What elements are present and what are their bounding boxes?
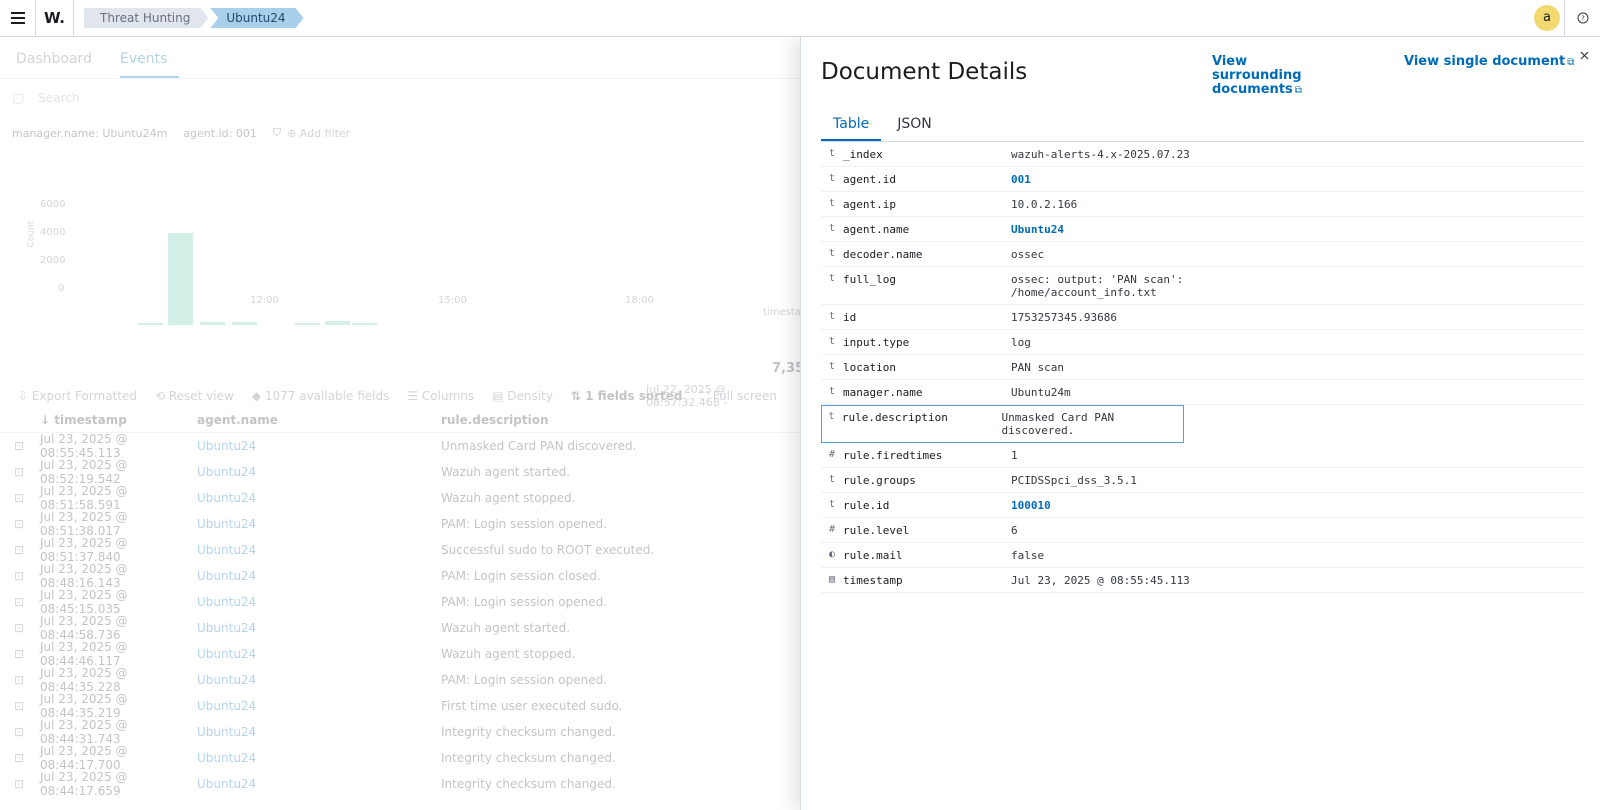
- string-type-icon: t: [828, 248, 836, 259]
- field-row[interactable]: # rule.firedtimes 1: [821, 443, 1584, 468]
- view-single-link[interactable]: View single document ⧉: [1404, 55, 1574, 70]
- string-type-icon: t: [828, 173, 836, 184]
- boolean-type-icon: ◐: [828, 549, 836, 560]
- field-value: Jul 23, 2025 @ 08:55:45.113: [1011, 574, 1190, 587]
- number-type-icon: #: [828, 524, 836, 535]
- help-icon: ?: [1577, 12, 1588, 24]
- field-value[interactable]: Ubuntu24: [1011, 223, 1064, 236]
- field-row[interactable]: t id 1753257345.93686: [821, 305, 1584, 330]
- field-row[interactable]: t _index wazuh-alerts-4.x-2025.07.23: [821, 142, 1584, 167]
- close-button[interactable]: [1574, 45, 1594, 65]
- field-name: id: [843, 311, 857, 324]
- date-type-icon: ▤: [828, 574, 836, 585]
- field-row[interactable]: t rule.id 100010: [821, 493, 1584, 518]
- field-value: ossec: [1011, 248, 1045, 261]
- field-row[interactable]: t input.type log: [821, 330, 1584, 355]
- field-value: 1753257345.93686: [1011, 311, 1117, 324]
- view-single-label: View single document: [1404, 54, 1566, 69]
- field-row[interactable]: t agent.ip 10.0.2.166: [821, 192, 1584, 217]
- field-row[interactable]: t manager.name Ubuntu24m: [821, 380, 1584, 405]
- field-name: rule.level: [843, 524, 910, 537]
- field-name: _index: [843, 148, 883, 161]
- field-name: agent.name: [843, 223, 910, 236]
- string-type-icon: t: [828, 361, 836, 372]
- string-type-icon: t: [828, 273, 836, 284]
- field-value: PCIDSSpci_dss_3.5.1: [1011, 474, 1137, 487]
- view-surrounding-label: View surrounding documents: [1212, 54, 1302, 97]
- breadcrumb-ubuntu24[interactable]: Ubuntu24: [210, 8, 303, 28]
- field-value: Ubuntu24m: [1011, 386, 1071, 399]
- field-name: agent.ip: [843, 198, 896, 211]
- string-type-icon: t: [828, 311, 836, 322]
- tab-json[interactable]: JSON: [885, 109, 944, 141]
- field-name: rule.description: [841, 411, 948, 424]
- field-row[interactable]: t rule.groups PCIDSSpci_dss_3.5.1: [821, 468, 1584, 493]
- field-value: 10.0.2.166: [1011, 198, 1078, 211]
- hamburger-icon: [10, 12, 25, 24]
- field-value: Unmasked Card PAN discovered.: [1001, 411, 1115, 437]
- field-row[interactable]: t agent.name Ubuntu24: [821, 217, 1584, 242]
- field-name: manager.name: [843, 386, 923, 399]
- field-value[interactable]: 100010: [1011, 499, 1051, 512]
- field-row[interactable]: ◐ rule.mail false: [821, 543, 1584, 568]
- string-type-icon: t: [828, 336, 836, 347]
- field-value: 6: [1011, 524, 1018, 537]
- string-type-icon: t: [828, 411, 835, 422]
- field-row[interactable]: t rule.description Unmasked Card PAN disco…: [821, 405, 1184, 443]
- field-value: 1: [1011, 449, 1018, 462]
- string-type-icon: t: [828, 223, 836, 234]
- document-fields-table: t _index wazuh-alerts-4.x-2025.07.23 t agent…: [821, 142, 1584, 593]
- field-value: log: [1011, 336, 1031, 349]
- string-type-icon: t: [828, 198, 836, 209]
- field-value[interactable]: 001: [1011, 173, 1031, 186]
- close-icon: [1580, 51, 1588, 59]
- field-row[interactable]: # rule.level 6: [821, 518, 1584, 543]
- field-value: false: [1011, 549, 1045, 562]
- field-name: rule.firedtimes: [843, 449, 943, 462]
- menu-button[interactable]: [0, 0, 36, 36]
- field-name: rule.mail: [843, 549, 903, 562]
- string-type-icon: t: [828, 474, 836, 485]
- field-name: timestamp: [843, 574, 903, 587]
- flyout-mask[interactable]: [0, 37, 800, 810]
- string-type-icon: t: [828, 499, 836, 510]
- svg-text:?: ?: [1581, 15, 1585, 23]
- external-link-icon: ⧉: [1294, 85, 1302, 96]
- field-name: decoder.name: [843, 248, 923, 261]
- avatar[interactable]: a: [1534, 5, 1560, 31]
- number-type-icon: #: [828, 449, 836, 460]
- view-surrounding-link[interactable]: View surrounding documents ⧉: [1212, 55, 1330, 98]
- field-row[interactable]: t full_log ossec: output: 'PAN scan': /hom…: [821, 267, 1584, 305]
- breadcrumb: Threat Hunting Ubuntu24: [84, 0, 306, 36]
- string-type-icon: t: [828, 148, 836, 159]
- help-button[interactable]: ?: [1564, 0, 1600, 36]
- external-link-icon: ⧉: [1567, 57, 1575, 68]
- flyout-title: Document Details: [821, 59, 1028, 85]
- field-value: ossec: output: 'PAN scan': /home/account…: [1011, 273, 1184, 299]
- wazuh-logo[interactable]: W.: [36, 0, 74, 36]
- document-details-flyout: Document Details View surrounding docume…: [800, 37, 1600, 810]
- field-name: location: [843, 361, 896, 374]
- field-row[interactable]: t agent.id 001: [821, 167, 1584, 192]
- field-value: PAN scan: [1011, 361, 1064, 374]
- field-row[interactable]: t decoder.name ossec: [821, 242, 1584, 267]
- field-value: wazuh-alerts-4.x-2025.07.23: [1011, 148, 1190, 161]
- field-row[interactable]: t location PAN scan: [821, 355, 1584, 380]
- breadcrumb-threat-hunting[interactable]: Threat Hunting: [84, 8, 208, 28]
- field-name: rule.id: [843, 499, 890, 512]
- field-name: agent.id: [843, 173, 896, 186]
- tab-table[interactable]: Table: [821, 109, 882, 141]
- field-row[interactable]: ▤ timestamp Jul 23, 2025 @ 08:55:45.113: [821, 568, 1584, 593]
- top-header: W. Threat Hunting Ubuntu24 a ?: [0, 0, 1600, 37]
- string-type-icon: t: [828, 386, 836, 397]
- flyout-tabs: Table JSON: [821, 109, 948, 141]
- field-name: rule.groups: [843, 474, 916, 487]
- field-name: input.type: [843, 336, 910, 349]
- field-name: full_log: [843, 273, 896, 286]
